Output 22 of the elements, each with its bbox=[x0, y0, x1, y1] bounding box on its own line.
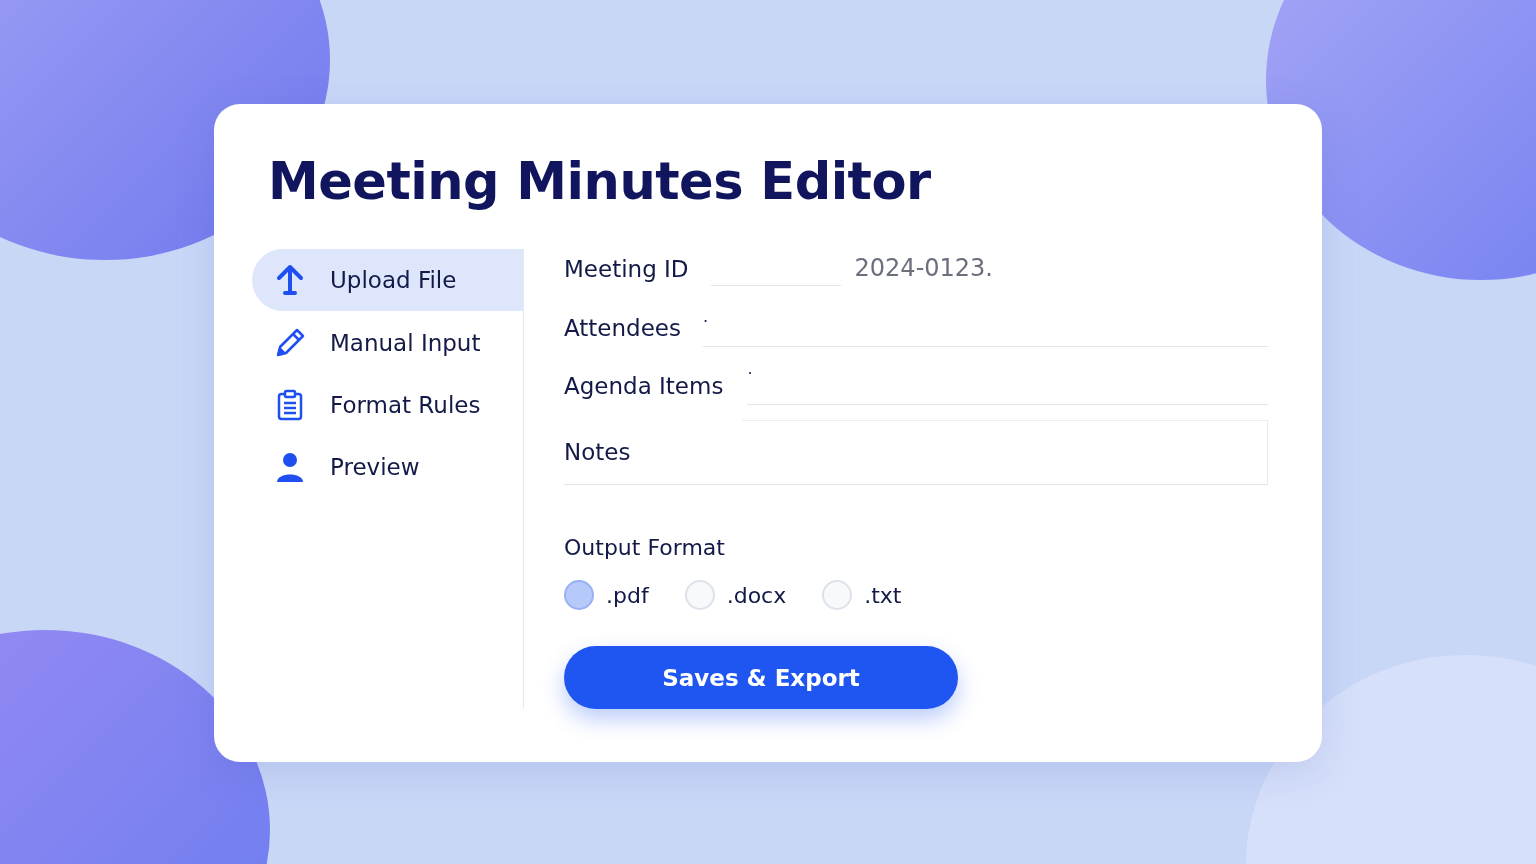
input-field[interactable]: · bbox=[703, 310, 1268, 348]
field-label: Notes bbox=[564, 439, 631, 466]
upload-arrow-icon bbox=[274, 264, 306, 296]
radio-label: .docx bbox=[726, 582, 787, 608]
section-heading: Output Format bbox=[564, 535, 726, 561]
field-label: Attendees bbox=[564, 315, 681, 344]
pencil-icon bbox=[274, 327, 306, 359]
sidebar-item[interactable]: Preview bbox=[252, 437, 523, 497]
page-title: Meeting Minutes Editor bbox=[268, 152, 932, 211]
radio-label: .pdf bbox=[606, 582, 649, 608]
radio-label: .txt bbox=[864, 582, 902, 608]
input-field[interactable]: · bbox=[747, 362, 1268, 406]
sidebar-item[interactable]: Format Rules bbox=[252, 375, 523, 435]
field-label: Meeting ID bbox=[564, 256, 689, 285]
person-icon bbox=[274, 451, 306, 483]
radio-button[interactable] bbox=[564, 580, 594, 611]
field-label: Agenda Items bbox=[564, 373, 724, 402]
meeting-id-value: 2024-0123. bbox=[854, 254, 993, 285]
sidebar-item[interactable]: Upload File bbox=[252, 249, 523, 311]
save-export-button[interactable]: Saves & Export bbox=[564, 646, 958, 709]
notes-field[interactable] bbox=[742, 420, 1268, 485]
sidebar-item[interactable]: Manual Input bbox=[252, 313, 523, 373]
